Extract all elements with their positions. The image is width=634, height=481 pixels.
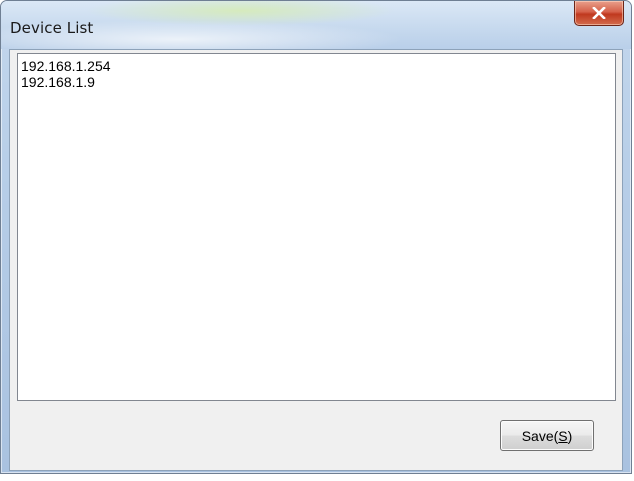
dialog-client-area: 192.168.1.254 192.168.1.9 Save(S) [9,49,623,471]
save-button-label-prefix: Save( [521,427,559,444]
save-button-mnemonic: S [558,427,568,444]
title-bar[interactable]: Device List [1,1,631,49]
save-button-label-suffix: ) [567,427,573,444]
device-list-window: Device List 192.168.1.254 192.168.1.9 Sa… [0,0,632,474]
save-button[interactable]: Save(S) [500,420,594,451]
window-title: Device List [10,19,94,37]
close-button[interactable] [574,1,624,26]
list-item[interactable]: 192.168.1.254 [18,58,615,74]
close-icon [592,7,606,19]
list-item[interactable]: 192.168.1.9 [18,74,615,90]
device-listbox[interactable]: 192.168.1.254 192.168.1.9 [17,53,616,401]
